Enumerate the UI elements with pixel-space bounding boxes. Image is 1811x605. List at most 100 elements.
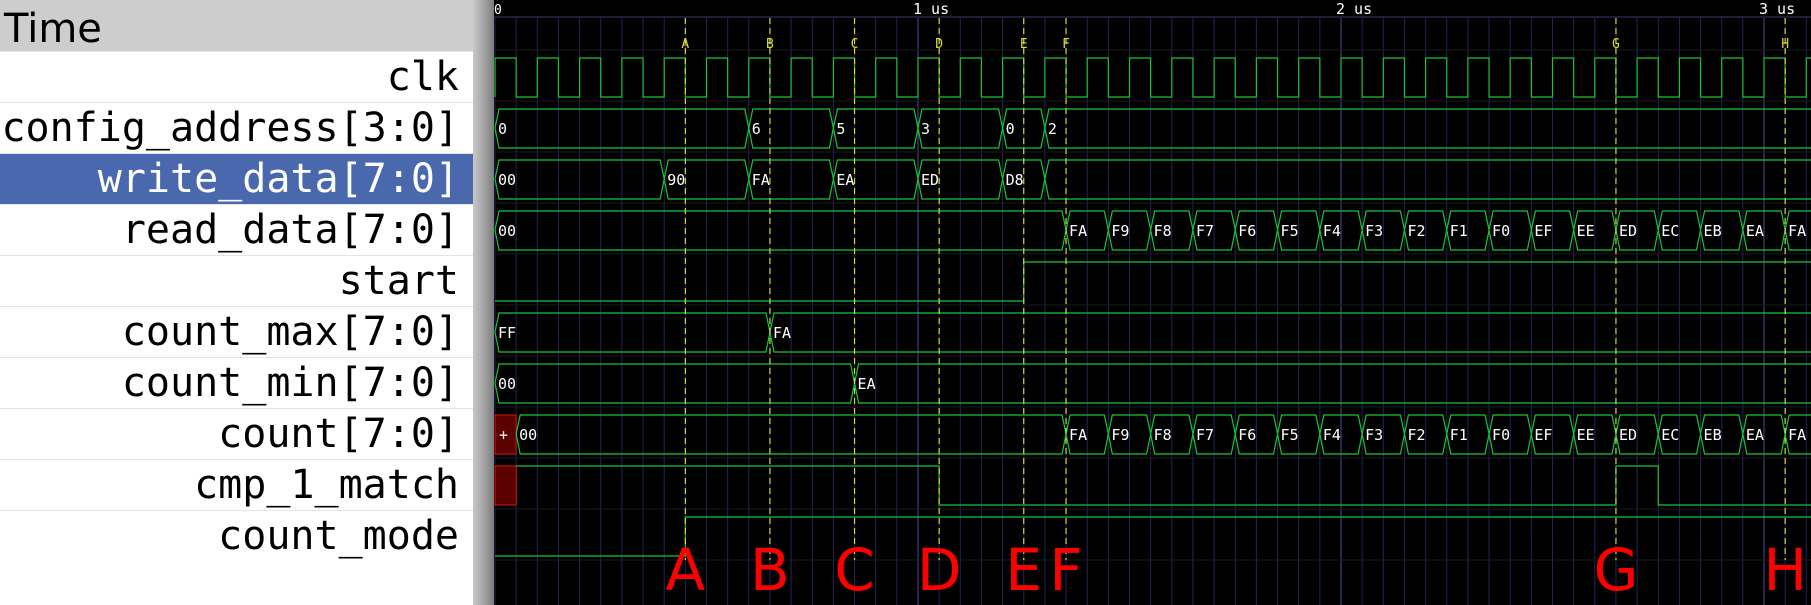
wave-count-max-value: FF bbox=[498, 324, 516, 342]
marker-label-e: E bbox=[1005, 536, 1042, 604]
marker-label-g: G bbox=[1593, 536, 1638, 604]
marker-tag-f: F bbox=[1062, 37, 1070, 52]
wave-read-data-value: F7 bbox=[1196, 222, 1214, 240]
signal-label: count_mode bbox=[218, 513, 459, 559]
wave-config-address-value: 0 bbox=[1006, 120, 1015, 138]
marker-label-d: D bbox=[917, 536, 962, 604]
waveform-pane[interactable]: 01 us 2 us 3 us 0 6 5 3 0 2 00 90 FA EA ED D8 00 FA F9 F8… bbox=[494, 0, 1811, 605]
wave-count-value: F7 bbox=[1196, 426, 1214, 444]
wave-count-value: F6 bbox=[1238, 426, 1256, 444]
signal-row-read-data[interactable]: read_data[7:0] bbox=[0, 204, 473, 255]
signal-row-count[interactable]: count[7:0] bbox=[0, 408, 473, 459]
wave-read-data-value: F8 bbox=[1154, 222, 1172, 240]
ruler-tick-label: 3 us bbox=[1759, 0, 1795, 18]
wave-read-data-value: F1 bbox=[1450, 222, 1468, 240]
wave-count-value: EB bbox=[1704, 426, 1722, 444]
wave-count-value: ED bbox=[1619, 426, 1637, 444]
marker-label-c: C bbox=[834, 536, 875, 604]
signal-label: clk bbox=[386, 54, 459, 100]
wave-read-data-value: FA bbox=[1788, 222, 1806, 240]
wave-count-value: EE bbox=[1577, 426, 1595, 444]
wave-read-data-value: F5 bbox=[1281, 222, 1299, 240]
signal-row-cmp-1-match[interactable]: cmp_1_match bbox=[0, 459, 473, 510]
marker-label-h: H bbox=[1763, 536, 1807, 604]
wave-read-data-value: F9 bbox=[1111, 222, 1129, 240]
marker-tag-e: E bbox=[1020, 37, 1028, 52]
signal-row-write-data[interactable]: write_data[7:0] bbox=[0, 153, 473, 204]
wave-cmp-1-match bbox=[516, 465, 1811, 506]
marker-label-a: A bbox=[666, 536, 706, 604]
time-header-label: Time bbox=[4, 6, 102, 52]
wave-read-data-value: F6 bbox=[1238, 222, 1256, 240]
wave-count-value: F2 bbox=[1407, 426, 1425, 444]
signal-row-count-min[interactable]: count_min[7:0] bbox=[0, 357, 473, 408]
pane-splitter[interactable] bbox=[473, 0, 494, 605]
wave-count-value: F8 bbox=[1154, 426, 1172, 444]
waveform-canvas[interactable]: 01 us 2 us 3 us 0 6 5 3 0 200 90 FA EA ED D800 FA F9 F8… bbox=[494, 0, 1811, 605]
marker-tag-d: D bbox=[935, 37, 943, 52]
wave-read-data-value: ED bbox=[1619, 222, 1637, 240]
wave-read-data-value: FA bbox=[1069, 222, 1087, 240]
wave-read-data-value: F2 bbox=[1407, 222, 1425, 240]
wave-read-data-value: EE bbox=[1577, 222, 1595, 240]
wave-count-min-segment bbox=[494, 363, 856, 404]
wave-config-address-value: 3 bbox=[921, 120, 930, 138]
wave-count-min-value: EA bbox=[858, 375, 876, 393]
wave-config-address-segment bbox=[1044, 108, 1811, 149]
ruler-tick-label: 2 us bbox=[1336, 0, 1372, 18]
wave-start bbox=[495, 261, 1811, 302]
wave-read-data-value: F0 bbox=[1492, 222, 1510, 240]
signal-row-count-max[interactable]: count_max[7:0] bbox=[0, 306, 473, 357]
wave-count-unknown-label: + bbox=[499, 426, 508, 444]
marker-tag-h: H bbox=[1781, 37, 1789, 52]
wave-clk bbox=[494, 57, 1811, 98]
signal-row-clk[interactable]: clk bbox=[0, 51, 473, 102]
signal-label: start bbox=[338, 258, 459, 304]
markers: AABBCCDDEEFFGGHH bbox=[666, 18, 1807, 604]
wave-count-value: F9 bbox=[1111, 426, 1129, 444]
wave-write-data-value: ED bbox=[921, 171, 939, 189]
signal-label: count_max[7:0] bbox=[121, 309, 459, 355]
wave-count-min-segment bbox=[853, 363, 1811, 404]
wave-read-data-value: EB bbox=[1704, 222, 1722, 240]
wave-count-value: F5 bbox=[1281, 426, 1299, 444]
signal-row-start[interactable]: start bbox=[0, 255, 473, 306]
wave-read-data-segment bbox=[494, 210, 1067, 251]
signal-label: cmp_1_match bbox=[194, 462, 459, 508]
marker-label-f: F bbox=[1049, 536, 1082, 604]
wave-count-max-value: FA bbox=[773, 324, 791, 342]
wave-count-max-segment bbox=[494, 312, 771, 353]
wave-count-value: EC bbox=[1661, 426, 1679, 444]
wave-read-data-value: F4 bbox=[1323, 222, 1341, 240]
ruler-label-start: 0 bbox=[494, 3, 502, 18]
wave-count-value: EA bbox=[1746, 426, 1764, 444]
wave-write-data-value: D8 bbox=[1006, 171, 1024, 189]
wave-config-address-value: 6 bbox=[752, 120, 761, 138]
marker-tag-g: G bbox=[1612, 37, 1620, 52]
signal-label: count_min[7:0] bbox=[121, 360, 459, 406]
signal-row-count-mode[interactable]: count_mode bbox=[0, 510, 473, 561]
wave-count-value: F3 bbox=[1365, 426, 1383, 444]
wave-count-max-segment bbox=[769, 312, 1811, 353]
time-ruler: 0 1 us 2 us 3 us bbox=[494, 0, 1811, 18]
waveform-viewer: Time clk config_address[3:0] write_data[… bbox=[0, 0, 1811, 605]
signal-row-config-address[interactable]: config_address[3:0] bbox=[0, 102, 473, 153]
wave-count-value: F4 bbox=[1323, 426, 1341, 444]
ruler-tick-label: 1 us bbox=[913, 0, 949, 18]
signal-label: read_data[7:0] bbox=[121, 207, 459, 253]
wave-config-address-value: 2 bbox=[1048, 120, 1057, 138]
wave-cmp-1-match-unknown bbox=[494, 465, 517, 506]
wave-write-data-value: FA bbox=[752, 171, 770, 189]
signal-label: config_address[3:0] bbox=[1, 105, 459, 151]
wave-count-value: 00 bbox=[519, 426, 537, 444]
wave-read-data-value: EA bbox=[1746, 222, 1764, 240]
wave-config-address-value: 5 bbox=[836, 120, 845, 138]
wave-config-address-value: 0 bbox=[498, 120, 507, 138]
wave-read-data-value: EC bbox=[1661, 222, 1679, 240]
wave-write-data-value: 00 bbox=[498, 171, 516, 189]
marker-label-b: B bbox=[750, 536, 790, 604]
marker-tag-a: A bbox=[681, 37, 689, 52]
wave-count-value: FA bbox=[1788, 426, 1806, 444]
marker-tag-b: B bbox=[766, 37, 774, 52]
wave-count-value: F0 bbox=[1492, 426, 1510, 444]
